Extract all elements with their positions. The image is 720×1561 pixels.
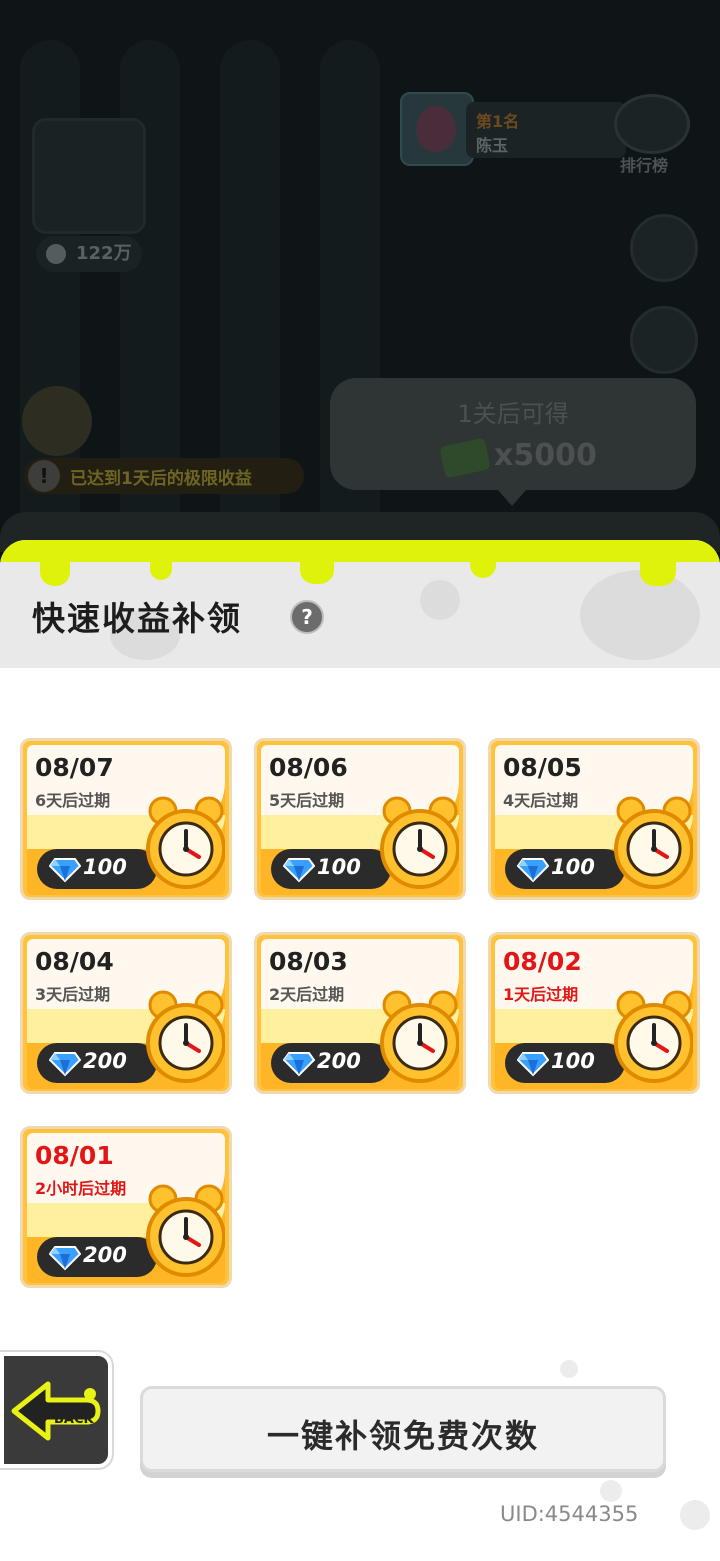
power-value: 122万 — [36, 236, 142, 272]
gem-cost-pill: 100 — [37, 849, 157, 889]
alarm-clock-icon — [614, 990, 693, 1083]
income-limit-warning: ! 已达到1天后的极限收益 — [24, 458, 304, 494]
card-expiry: 2天后过期 — [269, 985, 345, 1004]
gem-cost-pill: 100 — [505, 849, 625, 889]
card-expiry: 2小时后过期 — [35, 1179, 127, 1198]
panel-header: 快速收益补领 ? — [0, 540, 720, 668]
rank-info: 第1名 陈玉 — [466, 102, 626, 158]
gem-cost: 100 — [317, 855, 361, 879]
alarm-clock-icon — [146, 990, 225, 1083]
gem-cost: 200 — [83, 1049, 127, 1073]
alarm-clock-icon — [380, 990, 459, 1083]
alarm-clock-icon — [146, 1184, 225, 1277]
gem-icon — [49, 858, 81, 883]
card-expiry: 3天后过期 — [35, 985, 111, 1004]
mascot-character — [6, 370, 118, 460]
card-expiry: 1天后过期 — [503, 985, 579, 1004]
rank-player-name: 陈玉 — [476, 136, 509, 155]
gem-icon — [283, 858, 315, 883]
gem-cost: 200 — [83, 1243, 127, 1267]
game-background: 122万 第1名 陈玉 排行榜 ! 已达到1天后的极限收益 1关后可得 x500… — [0, 0, 720, 560]
rank-position: 第1名 — [476, 112, 520, 131]
gem-icon — [49, 1052, 81, 1077]
player-avatar[interactable] — [32, 118, 146, 234]
card-date: 08/01 — [35, 1141, 114, 1170]
card-expiry: 5天后过期 — [269, 791, 345, 810]
reward-card[interactable]: 08/01 2小时后过期 200 — [20, 1126, 232, 1288]
reward-card[interactable]: 08/05 4天后过期 100 — [488, 738, 700, 900]
gem-cost: 100 — [83, 855, 127, 879]
gem-cost-pill: 100 — [505, 1043, 625, 1083]
card-date: 08/02 — [503, 947, 582, 976]
slime-drip — [150, 556, 172, 580]
reward-card[interactable]: 08/06 5天后过期 100 — [254, 738, 466, 900]
quick-income-panel: 快速收益补领 ? 08/07 6天后过期 100 08/06 5天后过期 100 08/05… — [0, 540, 720, 1561]
alarm-clock-icon — [614, 796, 693, 889]
exclamation-icon: ! — [28, 460, 60, 492]
alarm-clock-icon — [380, 796, 459, 889]
reward-card[interactable]: 08/03 2天后过期 200 — [254, 932, 466, 1094]
card-date: 08/05 — [503, 753, 582, 782]
side-menu-button[interactable] — [630, 214, 698, 282]
gem-cost-pill: 200 — [271, 1043, 391, 1083]
gem-cost-pill: 200 — [37, 1043, 157, 1083]
slime-drip — [40, 556, 70, 586]
slime-drip — [470, 556, 496, 578]
decoration — [600, 1480, 622, 1502]
back-arrow-icon — [11, 1381, 101, 1441]
help-icon[interactable]: ? — [290, 600, 324, 634]
gem-icon — [517, 1052, 549, 1077]
gem-cost: 200 — [317, 1049, 361, 1073]
claim-all-label: 一键补领免费次数 — [266, 1417, 539, 1455]
decoration — [420, 580, 460, 620]
trophy-icon[interactable] — [614, 94, 690, 154]
card-date: 08/06 — [269, 753, 348, 782]
gem-cost-pill: 100 — [271, 849, 391, 889]
user-id: UID:4544355 — [500, 1502, 639, 1526]
decoration — [680, 1500, 710, 1530]
claim-all-button[interactable]: 一键补领免费次数 — [140, 1386, 666, 1472]
leaderboard-label[interactable]: 排行榜 — [620, 152, 668, 176]
back-button[interactable]: BACK — [0, 1352, 112, 1468]
gem-icon — [49, 1246, 81, 1271]
alarm-clock-icon — [146, 796, 225, 889]
back-label: BACK — [54, 1412, 94, 1427]
gem-icon — [517, 858, 549, 883]
rank-widget[interactable]: 第1名 陈玉 排行榜 — [400, 92, 700, 175]
slime-band — [0, 540, 720, 562]
card-date: 08/04 — [35, 947, 114, 976]
slime-drip — [640, 556, 676, 586]
card-expiry: 4天后过期 — [503, 791, 579, 810]
rank-avatar — [400, 92, 474, 166]
reward-card[interactable]: 08/04 3天后过期 200 — [20, 932, 232, 1094]
gem-cost-pill: 200 — [37, 1237, 157, 1277]
side-menu-button[interactable] — [630, 306, 698, 374]
gem-cost: 100 — [551, 1049, 595, 1073]
card-expiry: 6天后过期 — [35, 791, 111, 810]
slime-drip — [300, 556, 334, 584]
decoration — [560, 1360, 578, 1378]
tooltip-amount: x5000 — [494, 438, 597, 473]
decoration — [580, 570, 700, 660]
reward-card[interactable]: 08/02 1天后过期 100 — [488, 932, 700, 1094]
reward-card[interactable]: 08/07 6天后过期 100 — [20, 738, 232, 900]
card-date: 08/07 — [35, 753, 114, 782]
warning-text: 已达到1天后的极限收益 — [70, 469, 252, 489]
panel-title: 快速收益补领 — [32, 599, 242, 638]
tooltip-title: 1关后可得 — [457, 400, 569, 428]
cash-icon — [439, 437, 491, 479]
card-date: 08/03 — [269, 947, 348, 976]
reward-tooltip: 1关后可得 x5000 — [330, 378, 696, 506]
gem-icon — [283, 1052, 315, 1077]
gem-cost: 100 — [551, 855, 595, 879]
